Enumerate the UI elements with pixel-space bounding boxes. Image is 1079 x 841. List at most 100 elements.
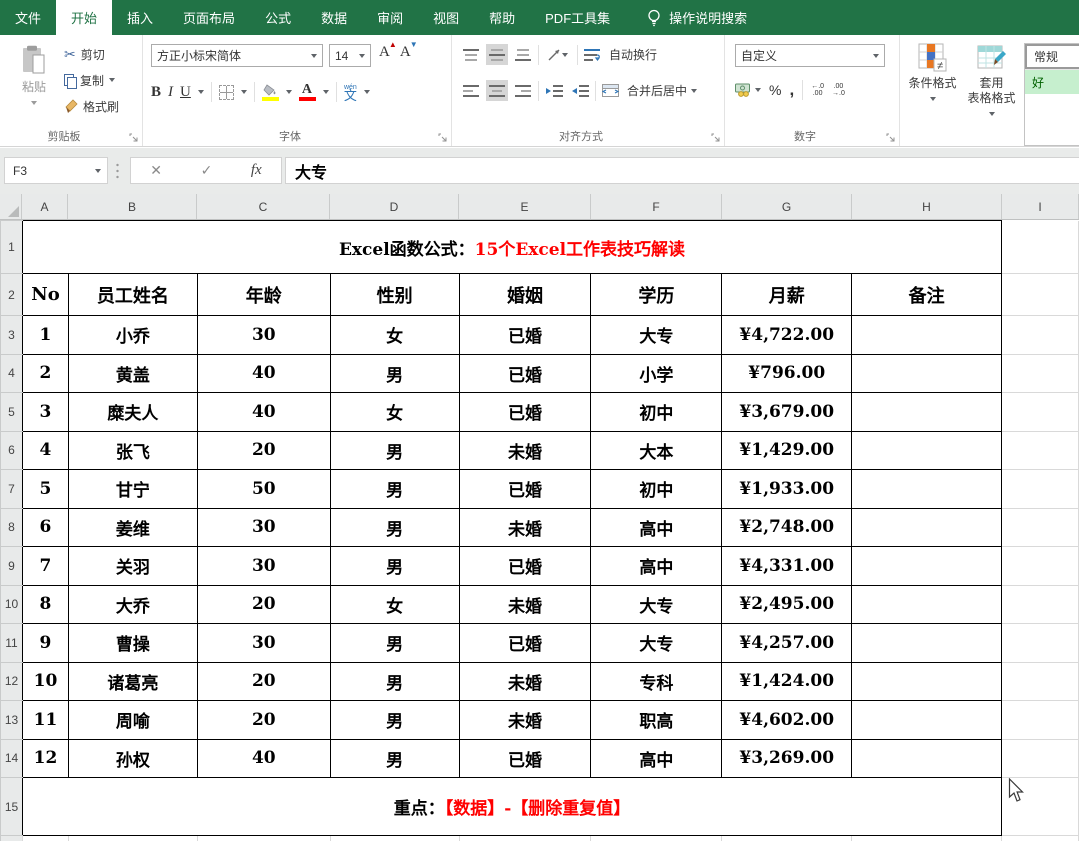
decrease-decimal-button[interactable]: .00 →.0: [832, 83, 845, 97]
cell-gender[interactable]: 男: [330, 470, 459, 509]
cell-empty[interactable]: [1002, 836, 1079, 841]
cell-note[interactable]: [852, 662, 1002, 701]
menu-tab-公式[interactable]: 公式: [250, 0, 306, 35]
cell-age[interactable]: 20: [197, 662, 330, 701]
enter-button[interactable]: ✓: [201, 162, 213, 179]
cell-empty[interactable]: [591, 836, 722, 841]
cell-outside[interactable]: [1002, 739, 1079, 778]
cell-education[interactable]: 职高: [591, 701, 722, 740]
cell-style-normal[interactable]: 常规: [1025, 44, 1079, 69]
cell-note[interactable]: [852, 431, 1002, 470]
cell-marital[interactable]: 已婚: [459, 739, 591, 778]
cell-empty[interactable]: [197, 836, 330, 841]
cell-gender[interactable]: 男: [330, 354, 459, 393]
borders-dropdown-icon[interactable]: [241, 90, 247, 94]
cell-age[interactable]: 30: [197, 508, 330, 547]
cell-education[interactable]: 初中: [591, 470, 722, 509]
cell-outside[interactable]: [1002, 274, 1079, 316]
cell-marital[interactable]: 已婚: [459, 316, 591, 355]
fill-color-button[interactable]: [262, 84, 279, 101]
cell-empty[interactable]: [459, 836, 591, 841]
cell-name[interactable]: 糜夫人: [68, 393, 197, 432]
row-header-9[interactable]: 9: [1, 547, 23, 586]
align-right-button[interactable]: [512, 80, 534, 101]
cell-education[interactable]: 专科: [591, 662, 722, 701]
row-header-2[interactable]: 2: [1, 274, 23, 316]
row-header-14[interactable]: 14: [1, 739, 23, 778]
cell-name[interactable]: 姜维: [68, 508, 197, 547]
cell-salary[interactable]: ¥3,679.00: [722, 393, 852, 432]
comma-style-button[interactable]: ,: [789, 80, 794, 100]
col-header-note[interactable]: 备注: [852, 274, 1002, 316]
col-header-salary[interactable]: 月薪: [722, 274, 852, 316]
cell-outside[interactable]: [1002, 662, 1079, 701]
col-header-name[interactable]: 员工姓名: [68, 274, 197, 316]
merge-center-icon[interactable]: [600, 80, 620, 101]
cell-no[interactable]: 7: [22, 547, 68, 586]
cell-sheet-footer[interactable]: 重点：【数据】-【删除重复值】: [22, 778, 1001, 836]
increase-decimal-button[interactable]: ←.0 .00: [811, 83, 824, 97]
cell-salary[interactable]: ¥1,424.00: [722, 662, 852, 701]
column-header-D[interactable]: D: [330, 194, 459, 219]
cell-style-good[interactable]: 好: [1025, 69, 1079, 94]
cell-note[interactable]: [852, 739, 1002, 778]
cell-outside[interactable]: [1002, 431, 1079, 470]
row-header-8[interactable]: 8: [1, 508, 23, 547]
percent-style-button[interactable]: %: [769, 82, 781, 98]
cell-no[interactable]: 8: [22, 585, 68, 624]
underline-dropdown-icon[interactable]: [198, 90, 204, 94]
menu-tab-文件[interactable]: 文件: [0, 0, 56, 35]
cell-name[interactable]: 孙权: [68, 739, 197, 778]
cell-marital[interactable]: 已婚: [459, 624, 591, 663]
borders-icon[interactable]: [219, 85, 234, 100]
cell-empty[interactable]: [722, 836, 852, 841]
cell-no[interactable]: 5: [22, 470, 68, 509]
cell-salary[interactable]: ¥2,495.00: [722, 585, 852, 624]
cell-outside[interactable]: [1002, 585, 1079, 624]
align-left-button[interactable]: [460, 80, 482, 101]
cell-marital[interactable]: 未婚: [459, 431, 591, 470]
formula-input[interactable]: 大专: [285, 157, 1079, 184]
conditional-formatting-button[interactable]: ≠ 条件格式: [906, 41, 959, 146]
cell-name[interactable]: 周喻: [68, 701, 197, 740]
column-header-G[interactable]: G: [722, 194, 852, 219]
menu-tab-开始[interactable]: 开始: [56, 0, 112, 35]
cell-outside[interactable]: [1002, 221, 1079, 274]
cell-no[interactable]: 2: [22, 354, 68, 393]
cell-gender[interactable]: 女: [330, 316, 459, 355]
column-header-H[interactable]: H: [852, 194, 1002, 219]
name-box[interactable]: F3: [4, 157, 108, 184]
column-header-A[interactable]: A: [22, 194, 68, 219]
cell-education[interactable]: 高中: [591, 547, 722, 586]
accounting-format-button[interactable]: [735, 83, 761, 97]
cell-salary[interactable]: ¥1,933.00: [722, 470, 852, 509]
cell-marital[interactable]: 未婚: [459, 508, 591, 547]
row-header-11[interactable]: 11: [1, 624, 23, 663]
col-header-marital[interactable]: 婚姻: [459, 274, 591, 316]
cell-gender[interactable]: 女: [330, 585, 459, 624]
cell-age[interactable]: 40: [197, 393, 330, 432]
col-header-gender[interactable]: 性别: [330, 274, 459, 316]
select-all-corner[interactable]: [0, 194, 22, 219]
cell-no[interactable]: 3: [22, 393, 68, 432]
cell-age[interactable]: 30: [197, 316, 330, 355]
menu-tab-数据[interactable]: 数据: [306, 0, 362, 35]
menu-tab-PDF工具集[interactable]: PDF工具集: [530, 0, 625, 35]
orientation-button[interactable]: [543, 44, 573, 65]
column-header-I[interactable]: I: [1002, 194, 1079, 219]
wrap-text-icon[interactable]: [582, 44, 602, 65]
paste-button[interactable]: 粘贴: [10, 45, 58, 109]
align-center-button[interactable]: [486, 80, 508, 101]
cell-salary[interactable]: ¥1,429.00: [722, 431, 852, 470]
cell-age[interactable]: 20: [197, 585, 330, 624]
format-painter-button[interactable]: 格式刷: [62, 95, 121, 117]
cell-note[interactable]: [852, 585, 1002, 624]
column-header-C[interactable]: C: [197, 194, 330, 219]
cell-gender[interactable]: 男: [330, 662, 459, 701]
cell-salary[interactable]: ¥4,722.00: [722, 316, 852, 355]
col-header-age[interactable]: 年龄: [197, 274, 330, 316]
cell-note[interactable]: [852, 393, 1002, 432]
cell-no[interactable]: 9: [22, 624, 68, 663]
cell-note[interactable]: [852, 701, 1002, 740]
decrease-indent-button[interactable]: [543, 80, 565, 101]
